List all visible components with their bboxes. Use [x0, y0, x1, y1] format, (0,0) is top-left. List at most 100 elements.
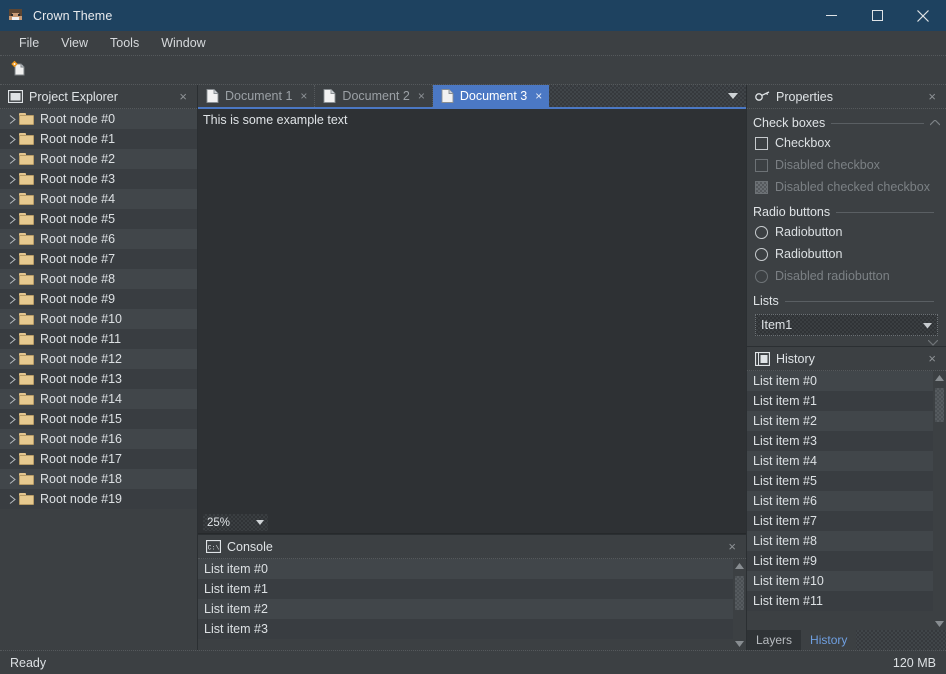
- expand-arrow-icon[interactable]: [5, 155, 19, 164]
- expand-arrow-icon[interactable]: [5, 215, 19, 224]
- dock-tab-history[interactable]: History: [801, 630, 856, 650]
- tree-item[interactable]: Root node #0: [0, 109, 197, 129]
- zoom-level-combo[interactable]: 25%: [203, 514, 268, 531]
- tree-item[interactable]: Root node #14: [0, 389, 197, 409]
- document-tab-2[interactable]: Document 2×: [315, 85, 432, 107]
- close-icon[interactable]: ×: [535, 90, 542, 102]
- maximize-icon[interactable]: [854, 0, 900, 31]
- tree-item[interactable]: Root node #12: [0, 349, 197, 369]
- scroll-track[interactable]: [733, 572, 746, 637]
- close-icon[interactable]: ×: [300, 90, 307, 102]
- project-tree[interactable]: Root node #0Root node #1Root node #2Root…: [0, 109, 197, 650]
- expand-arrow-icon[interactable]: [5, 135, 19, 144]
- tree-item[interactable]: Root node #8: [0, 269, 197, 289]
- expand-arrow-icon[interactable]: [5, 175, 19, 184]
- radio-row-1[interactable]: Radiobutton: [747, 221, 946, 243]
- chevron-down-icon[interactable]: [923, 318, 932, 332]
- group-header-lists[interactable]: Lists: [747, 287, 946, 310]
- expand-arrow-icon[interactable]: [5, 475, 19, 484]
- scroll-up-icon[interactable]: [935, 371, 944, 384]
- tree-item[interactable]: Root node #19: [0, 489, 197, 509]
- dock-tab-layers[interactable]: Layers: [747, 630, 801, 650]
- expand-arrow-icon[interactable]: [5, 495, 19, 504]
- checkbox-row-checkbox[interactable]: Checkbox: [747, 132, 946, 154]
- radio-icon[interactable]: [755, 226, 768, 239]
- dock-tab-bar[interactable]: LayersHistory: [747, 630, 946, 650]
- close-icon[interactable]: ×: [418, 90, 425, 102]
- minimize-icon[interactable]: [808, 0, 854, 31]
- expand-arrow-icon[interactable]: [5, 275, 19, 284]
- tree-item[interactable]: Root node #13: [0, 369, 197, 389]
- expand-arrow-icon[interactable]: [5, 455, 19, 464]
- list-item[interactable]: List item #4: [747, 451, 933, 471]
- tree-item[interactable]: Root node #15: [0, 409, 197, 429]
- close-icon[interactable]: ×: [922, 90, 942, 103]
- tree-item[interactable]: Root node #16: [0, 429, 197, 449]
- history-scrollbar[interactable]: [933, 371, 946, 630]
- document-editor[interactable]: This is some example text: [198, 109, 746, 512]
- tree-item[interactable]: Root node #2: [0, 149, 197, 169]
- tree-item[interactable]: Root node #7: [0, 249, 197, 269]
- tree-item[interactable]: Root node #5: [0, 209, 197, 229]
- menu-item-file[interactable]: File: [8, 33, 50, 53]
- new-document-button[interactable]: [7, 59, 29, 81]
- tree-item[interactable]: Root node #10: [0, 309, 197, 329]
- radio-row-2[interactable]: Radiobutton: [747, 243, 946, 265]
- list-item[interactable]: List item #2: [747, 411, 933, 431]
- menu-item-tools[interactable]: Tools: [99, 33, 150, 53]
- list-item[interactable]: List item #5: [747, 471, 933, 491]
- console-scrollbar[interactable]: [733, 559, 746, 650]
- history-list[interactable]: List item #0List item #1List item #2List…: [747, 371, 933, 630]
- expand-arrow-icon[interactable]: [5, 375, 19, 384]
- expand-arrow-icon[interactable]: [5, 395, 19, 404]
- list-item[interactable]: List item #0: [198, 559, 733, 579]
- tree-item[interactable]: Root node #1: [0, 129, 197, 149]
- tree-item[interactable]: Root node #9: [0, 289, 197, 309]
- list-item[interactable]: List item #3: [198, 619, 733, 639]
- scroll-thumb[interactable]: [935, 388, 944, 422]
- tree-item[interactable]: Root node #4: [0, 189, 197, 209]
- lists-collapse-button[interactable]: [747, 338, 946, 346]
- expand-arrow-icon[interactable]: [5, 115, 19, 124]
- tree-item[interactable]: Root node #3: [0, 169, 197, 189]
- expand-arrow-icon[interactable]: [5, 335, 19, 344]
- menu-item-window[interactable]: Window: [150, 33, 216, 53]
- list-item[interactable]: List item #8: [747, 531, 933, 551]
- list-item[interactable]: List item #1: [747, 391, 933, 411]
- tree-item[interactable]: Root node #18: [0, 469, 197, 489]
- close-icon[interactable]: ×: [922, 352, 942, 365]
- scroll-down-icon[interactable]: [935, 617, 944, 630]
- expand-arrow-icon[interactable]: [5, 435, 19, 444]
- console-list[interactable]: List item #0List item #1List item #2List…: [198, 559, 733, 650]
- list-item[interactable]: List item #1: [198, 579, 733, 599]
- group-header-checkboxes[interactable]: Check boxes: [747, 109, 946, 132]
- list-item[interactable]: List item #7: [747, 511, 933, 531]
- expand-arrow-icon[interactable]: [5, 355, 19, 364]
- document-tab-3[interactable]: Document 3×: [433, 85, 549, 107]
- document-tab-bar[interactable]: Document 1×Document 2×Document 3×: [198, 85, 746, 109]
- list-item[interactable]: List item #3: [747, 431, 933, 451]
- tree-item[interactable]: Root node #6: [0, 229, 197, 249]
- scroll-up-icon[interactable]: [735, 559, 744, 572]
- list-item[interactable]: List item #9: [747, 551, 933, 571]
- document-tab-1[interactable]: Document 1×: [198, 85, 315, 107]
- scroll-down-icon[interactable]: [735, 637, 744, 650]
- tree-item[interactable]: Root node #17: [0, 449, 197, 469]
- close-icon[interactable]: ×: [173, 90, 193, 103]
- list-item[interactable]: List item #2: [198, 599, 733, 619]
- item-combo-box[interactable]: Item1: [755, 314, 938, 336]
- list-item[interactable]: List item #10: [747, 571, 933, 591]
- checkbox-icon[interactable]: [755, 137, 768, 150]
- list-item[interactable]: List item #0: [747, 371, 933, 391]
- expand-arrow-icon[interactable]: [5, 315, 19, 324]
- expand-arrow-icon[interactable]: [5, 295, 19, 304]
- expand-arrow-icon[interactable]: [5, 235, 19, 244]
- chevron-up-icon[interactable]: [930, 119, 940, 128]
- close-icon[interactable]: [900, 0, 946, 31]
- expand-arrow-icon[interactable]: [5, 255, 19, 264]
- expand-arrow-icon[interactable]: [5, 415, 19, 424]
- radio-icon[interactable]: [755, 248, 768, 261]
- scroll-track[interactable]: [933, 384, 946, 617]
- scroll-thumb[interactable]: [735, 576, 744, 610]
- list-item[interactable]: List item #11: [747, 591, 933, 611]
